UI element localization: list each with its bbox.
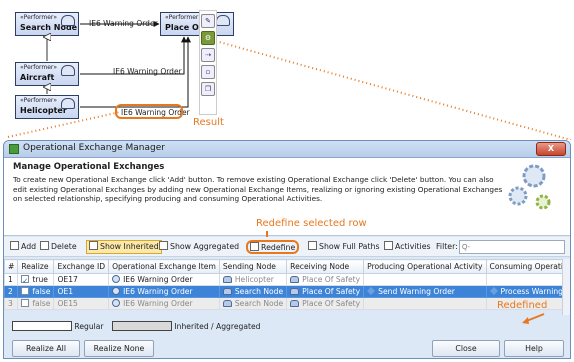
receiving-node-cell: Place Of Safety (286, 273, 365, 286)
performer-icon (222, 300, 232, 307)
performer-icon (290, 276, 300, 283)
producing-activity-cell[interactable] (363, 273, 487, 286)
header-title: Manage Operational Exchanges (13, 162, 165, 172)
gears-icon (508, 164, 551, 210)
delete-label: Delete (51, 242, 77, 251)
legend-inherited-label: Inherited / Aggregated (174, 322, 261, 331)
sending-value: Search Node (234, 299, 284, 308)
column-header[interactable]: Consuming Operational Activity (485, 259, 570, 274)
show-inherited-label: Show Inherited (100, 242, 159, 251)
show-full-paths-toggle[interactable]: Show Full Paths (308, 240, 380, 254)
activities-button[interactable]: Activities (384, 240, 431, 254)
item-value: IE6 Warning Order (123, 275, 193, 284)
show-inherited-toggle[interactable]: Show Inherited (86, 240, 162, 254)
redefine-icon (250, 242, 259, 251)
realize-value: false (32, 299, 51, 308)
flow-icon[interactable]: ⇢ (201, 48, 215, 62)
column-header[interactable]: Operational Exchange Item (108, 259, 220, 274)
receiving-value: Place Of Safety (302, 299, 361, 308)
close-window-button[interactable]: X (536, 142, 566, 156)
add-icon (10, 241, 19, 250)
header-panel: Manage Operational Exchanges To create n… (4, 158, 570, 236)
information-element-icon (112, 299, 121, 307)
column-header[interactable]: Exchange ID (53, 259, 110, 274)
realize-cell[interactable]: true (17, 273, 55, 286)
sending-node-cell: Helicopter (218, 273, 288, 286)
column-header[interactable]: Sending Node (218, 259, 288, 274)
realize-checkbox[interactable] (21, 299, 30, 307)
exchanges-table: # Realize Exchange ID Operational Exchan… (4, 259, 570, 310)
pencil-icon[interactable]: ✎ (201, 14, 215, 28)
smart-manipulator-toolbar: ✎ ⚙ ⇢ ▫ ❐ (199, 10, 217, 115)
show-aggregated-toggle[interactable]: Show Aggregated (159, 240, 239, 254)
dialog-titlebar: Operational Exchange Manager X (4, 141, 570, 158)
row-number: 1 (4, 273, 19, 286)
column-header[interactable]: Producing Operational Activity (363, 259, 487, 274)
trash-icon (40, 241, 49, 250)
activities-icon (384, 241, 393, 250)
table-header-row: # Realize Exchange ID Operational Exchan… (4, 259, 570, 274)
column-header[interactable]: Receiving Node (286, 259, 365, 274)
information-element-icon (112, 275, 121, 283)
delete-button[interactable]: Delete (40, 240, 77, 254)
redefine-label: Redefine (261, 243, 296, 252)
sending-value: Helicopter (234, 275, 274, 284)
header-description: To create new Operational Exchange click… (13, 175, 503, 203)
note-icon[interactable]: ▫ (201, 65, 215, 79)
app-icon (9, 144, 19, 154)
show-full-paths-label: Show Full Paths (319, 242, 380, 251)
legend: Regular Inherited / Aggregated (12, 321, 260, 333)
operational-exchange-manager-icon[interactable]: ⚙ (201, 31, 215, 45)
legend-regular-label: Regular (74, 322, 104, 331)
add-button[interactable]: Add (10, 240, 36, 254)
filter-label: Filter: (436, 242, 458, 251)
legend-inherited-swatch (111, 321, 172, 331)
filter-input[interactable] (459, 240, 565, 254)
realize-all-button[interactable]: Realize All (12, 340, 80, 357)
exchange-id-cell: OE17 (53, 273, 110, 286)
column-header[interactable]: Realize (17, 259, 55, 274)
column-header[interactable]: # (4, 259, 19, 274)
redefined-arrow (522, 313, 545, 324)
redefined-label: Redefined (497, 300, 548, 311)
inherited-icon (89, 241, 98, 250)
item-value: IE6 Warning Order (123, 299, 193, 308)
zoom-line-right (211, 39, 572, 140)
diagram-connectors (7, 21, 572, 140)
legend-regular-swatch (12, 321, 72, 331)
aggregated-icon (159, 241, 168, 250)
receiving-value: Place Of Safety (302, 275, 361, 284)
dialog-title: Operational Exchange Manager (23, 143, 165, 153)
flow-label: IE6 Warning Order (89, 19, 158, 28)
close-button[interactable]: Close (432, 340, 500, 357)
toolbar: Add Delete Show Inherited Show Aggregate… (4, 237, 570, 257)
zoom-line-left (7, 111, 121, 138)
realize-checkbox[interactable] (21, 275, 30, 283)
performer-icon (290, 300, 300, 307)
show-aggregated-label: Show Aggregated (170, 242, 240, 251)
realize-value: true (32, 275, 48, 284)
result-label: Result (193, 117, 224, 128)
result-highlight (115, 104, 183, 119)
consuming-activity-cell[interactable] (485, 273, 570, 286)
activities-label: Activities (395, 242, 431, 251)
performer-icon (222, 276, 232, 283)
item-cell: IE6 Warning Order (108, 273, 220, 286)
table-scrollbar[interactable] (562, 259, 570, 315)
flow-label: IE6 Warning Order (113, 67, 182, 76)
redefine-selected-row-label: Redefine selected row (256, 218, 367, 229)
redefine-button[interactable]: Redefine (246, 240, 300, 254)
table-row[interactable]: 1 true OE17 IE6 Warning Order Helicopter… (4, 273, 570, 286)
operational-exchange-manager-dialog: Operational Exchange Manager X Manage Op… (3, 140, 571, 359)
paths-icon (308, 241, 317, 250)
help-button[interactable]: Help (504, 340, 564, 357)
add-label: Add (21, 242, 37, 251)
copy-icon[interactable]: ❐ (201, 82, 215, 96)
realize-none-button[interactable]: Realize None (84, 340, 154, 357)
